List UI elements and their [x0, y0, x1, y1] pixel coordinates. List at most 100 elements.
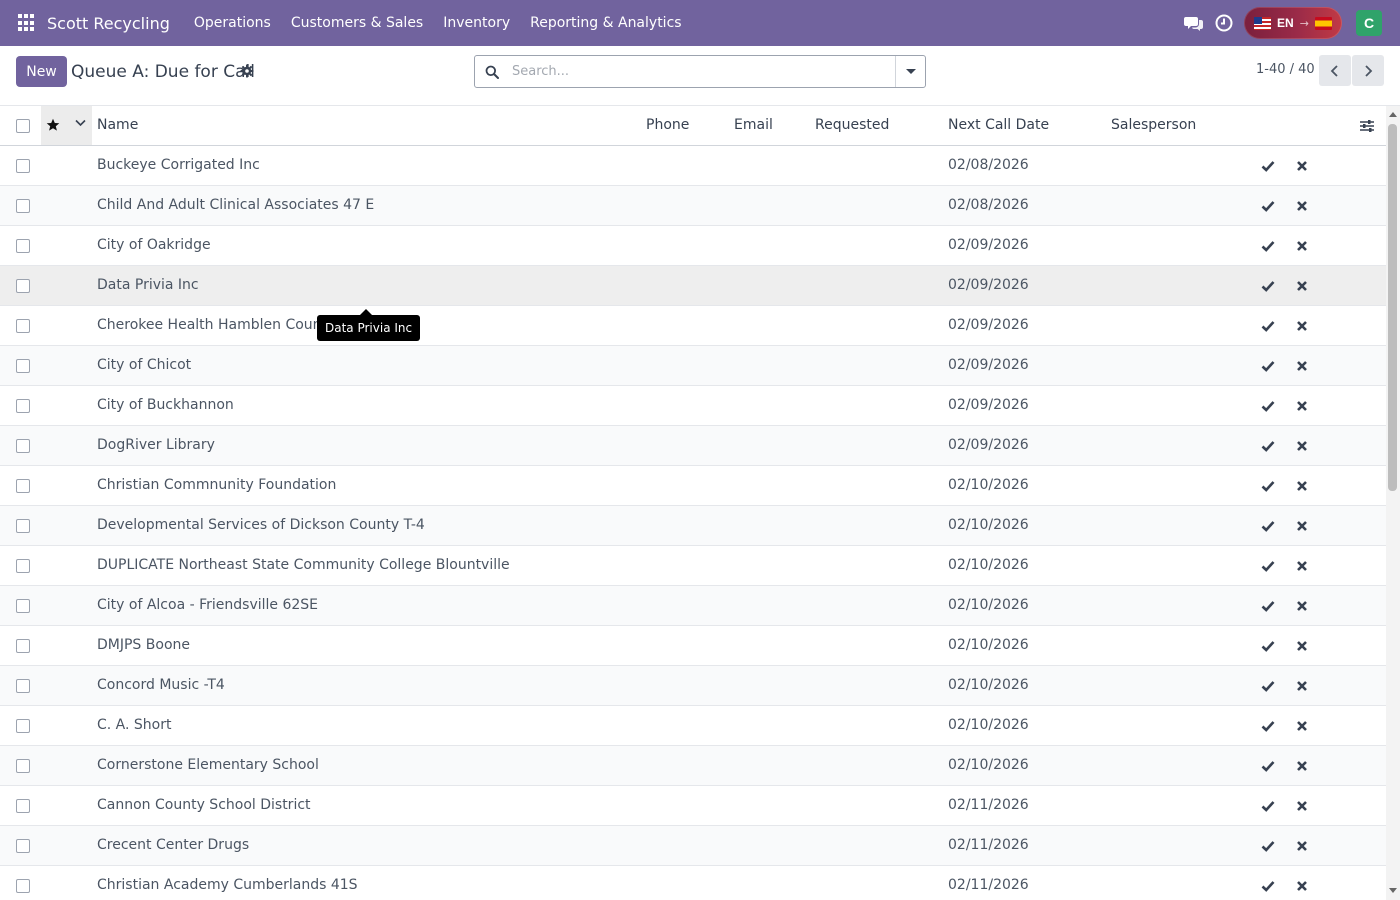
table-row[interactable]: City of Chicot 02/09/2026: [0, 346, 1386, 386]
check-icon[interactable]: [1261, 719, 1275, 733]
row-checkbox[interactable]: [16, 839, 30, 853]
row-next-call-date[interactable]: 02/09/2026: [948, 426, 1029, 465]
row-name[interactable]: DogRiver Library: [97, 426, 215, 465]
close-icon[interactable]: [1295, 639, 1309, 653]
row-checkbox[interactable]: [16, 759, 30, 773]
row-next-call-date[interactable]: 02/09/2026: [948, 226, 1029, 265]
column-header-salesperson[interactable]: Salesperson: [1111, 106, 1196, 145]
table-row[interactable]: Concord Music -T4 02/10/2026: [0, 666, 1386, 706]
row-checkbox[interactable]: [16, 159, 30, 173]
row-next-call-date[interactable]: 02/10/2026: [948, 466, 1029, 505]
chat-icon[interactable]: [1184, 13, 1204, 33]
language-switcher[interactable]: EN →: [1244, 7, 1342, 39]
favorite-column-header[interactable]: [41, 106, 92, 145]
gear-icon[interactable]: [240, 64, 254, 78]
column-header-next-call-date[interactable]: Next Call Date: [948, 106, 1049, 145]
table-row[interactable]: City of Oakridge 02/09/2026: [0, 226, 1386, 266]
row-name[interactable]: City of Chicot: [97, 346, 191, 385]
pager-value[interactable]: 1-40 / 40: [1256, 62, 1315, 77]
check-icon[interactable]: [1261, 239, 1275, 253]
close-icon[interactable]: [1295, 799, 1309, 813]
close-icon[interactable]: [1295, 479, 1309, 493]
table-row[interactable]: Child And Adult Clinical Associates 47 E…: [0, 186, 1386, 226]
row-next-call-date[interactable]: 02/10/2026: [948, 626, 1029, 665]
check-icon[interactable]: [1261, 519, 1275, 533]
close-icon[interactable]: [1295, 239, 1309, 253]
row-name[interactable]: C. A. Short: [97, 706, 171, 745]
row-name[interactable]: Child And Adult Clinical Associates 47 E: [97, 186, 374, 225]
scroll-up-arrow-icon[interactable]: [1389, 112, 1397, 117]
check-icon[interactable]: [1261, 599, 1275, 613]
search-options-toggle[interactable]: [895, 56, 925, 87]
close-icon[interactable]: [1295, 759, 1309, 773]
close-icon[interactable]: [1295, 679, 1309, 693]
row-name[interactable]: City of Oakridge: [97, 226, 211, 265]
table-row[interactable]: Cornerstone Elementary School 02/10/2026: [0, 746, 1386, 786]
row-name[interactable]: DMJPS Boone: [97, 626, 190, 665]
table-row[interactable]: Cannon County School District 02/11/2026: [0, 786, 1386, 826]
row-checkbox[interactable]: [16, 399, 30, 413]
row-name[interactable]: Cannon County School District: [97, 786, 311, 825]
row-next-call-date[interactable]: 02/11/2026: [948, 826, 1029, 865]
check-icon[interactable]: [1261, 879, 1275, 893]
row-name[interactable]: Crecent Center Drugs: [97, 826, 249, 865]
row-name[interactable]: Christian Academy Cumberlands 41S: [97, 866, 358, 900]
check-icon[interactable]: [1261, 639, 1275, 653]
row-checkbox[interactable]: [16, 879, 30, 893]
row-checkbox[interactable]: [16, 599, 30, 613]
scrollbar-thumb[interactable]: [1388, 124, 1397, 491]
table-row[interactable]: Buckeye Corrigated Inc 02/08/2026: [0, 146, 1386, 186]
table-row[interactable]: City of Alcoa - Friendsville 62SE 02/10/2…: [0, 586, 1386, 626]
menu-operations[interactable]: Operations: [184, 0, 281, 46]
close-icon[interactable]: [1295, 879, 1309, 893]
table-row[interactable]: DogRiver Library 02/09/2026: [0, 426, 1386, 466]
column-header-phone[interactable]: Phone: [646, 106, 689, 145]
optional-columns-icon[interactable]: [1359, 118, 1375, 134]
close-icon[interactable]: [1295, 199, 1309, 213]
check-icon[interactable]: [1261, 319, 1275, 333]
row-checkbox[interactable]: [16, 479, 30, 493]
close-icon[interactable]: [1295, 599, 1309, 613]
row-name[interactable]: Developmental Services of Dickson County…: [97, 506, 425, 545]
close-icon[interactable]: [1295, 319, 1309, 333]
row-checkbox[interactable]: [16, 519, 30, 533]
scroll-down-arrow-icon[interactable]: [1389, 888, 1397, 893]
check-icon[interactable]: [1261, 199, 1275, 213]
close-icon[interactable]: [1295, 279, 1309, 293]
menu-reporting-analytics[interactable]: Reporting & Analytics: [520, 0, 691, 46]
row-checkbox[interactable]: [16, 799, 30, 813]
check-icon[interactable]: [1261, 439, 1275, 453]
row-next-call-date[interactable]: 02/10/2026: [948, 586, 1029, 625]
row-checkbox[interactable]: [16, 359, 30, 373]
row-next-call-date[interactable]: 02/11/2026: [948, 786, 1029, 825]
row-checkbox[interactable]: [16, 719, 30, 733]
activity-clock-icon[interactable]: [1214, 13, 1234, 33]
column-header-requested[interactable]: Requested: [815, 106, 889, 145]
check-icon[interactable]: [1261, 479, 1275, 493]
check-icon[interactable]: [1261, 559, 1275, 573]
close-icon[interactable]: [1295, 159, 1309, 173]
close-icon[interactable]: [1295, 439, 1309, 453]
close-icon[interactable]: [1295, 519, 1309, 533]
row-next-call-date[interactable]: 02/09/2026: [948, 306, 1029, 345]
close-icon[interactable]: [1295, 839, 1309, 853]
table-row[interactable]: C. A. Short 02/10/2026: [0, 706, 1386, 746]
close-icon[interactable]: [1295, 399, 1309, 413]
table-row[interactable]: Developmental Services of Dickson County…: [0, 506, 1386, 546]
table-row[interactable]: Crecent Center Drugs 02/11/2026: [0, 826, 1386, 866]
row-next-call-date[interactable]: 02/10/2026: [948, 546, 1029, 585]
column-header-name[interactable]: Name: [97, 106, 138, 145]
user-avatar[interactable]: C: [1356, 10, 1382, 36]
table-row[interactable]: DMJPS Boone 02/10/2026: [0, 626, 1386, 666]
row-next-call-date[interactable]: 02/09/2026: [948, 386, 1029, 425]
row-checkbox[interactable]: [16, 319, 30, 333]
table-row[interactable]: Christian Commnunity Foundation 02/10/202…: [0, 466, 1386, 506]
new-button[interactable]: New: [16, 56, 67, 87]
search-input[interactable]: [512, 57, 892, 86]
check-icon[interactable]: [1261, 759, 1275, 773]
row-name[interactable]: Concord Music -T4: [97, 666, 225, 705]
menu-inventory[interactable]: Inventory: [433, 0, 520, 46]
column-header-email[interactable]: Email: [734, 106, 773, 145]
table-row[interactable]: City of Buckhannon 02/09/2026: [0, 386, 1386, 426]
table-row[interactable]: Christian Academy Cumberlands 41S 02/11/2…: [0, 866, 1386, 900]
